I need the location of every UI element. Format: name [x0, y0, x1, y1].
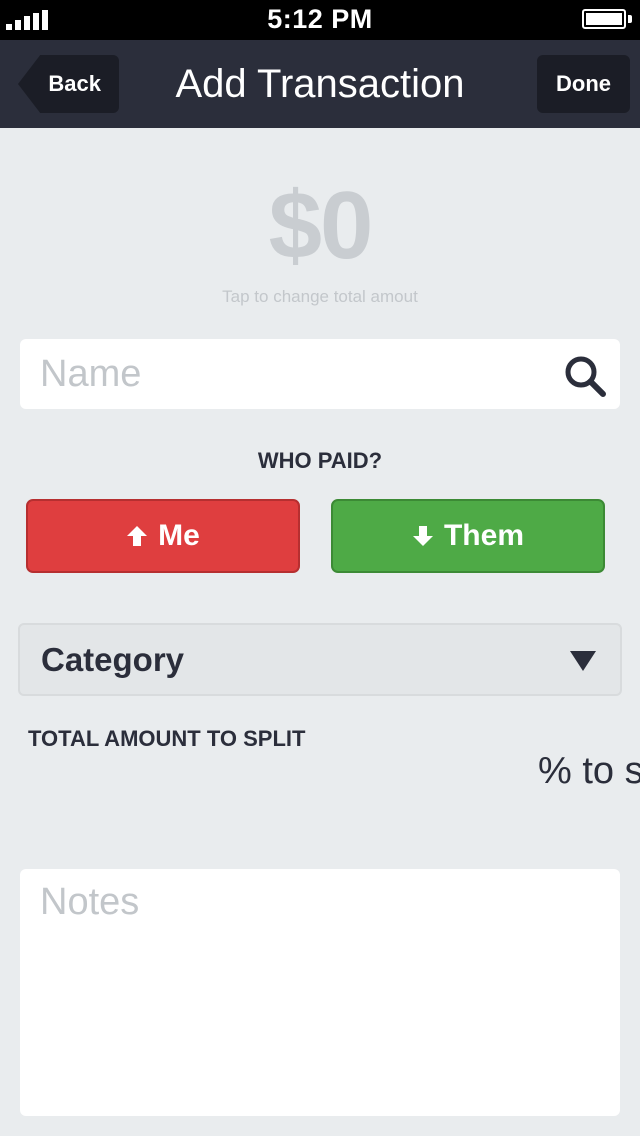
- total-amount[interactable]: $0: [0, 178, 640, 274]
- them-button-label: Them: [443, 519, 524, 552]
- search-icon[interactable]: [562, 353, 608, 399]
- who-paid-label: WHO PAID?: [257, 448, 383, 473]
- done-button-label: Done: [556, 71, 611, 96]
- navigation-bar: Back Add Transaction Done: [0, 40, 640, 128]
- arrow-up-icon: [127, 526, 148, 546]
- chevron-down-icon: [570, 651, 596, 671]
- split-amount-label: TOTAL AMOUNT TO SPLIT: [28, 726, 306, 751]
- me-button-label: Me: [158, 519, 200, 552]
- arrow-down-icon: [412, 526, 433, 546]
- notes-input[interactable]: [40, 881, 600, 1101]
- status-bar: 5:12 PM: [0, 0, 640, 40]
- notes-field: [20, 869, 620, 1116]
- me-paid-button[interactable]: Me: [26, 499, 300, 573]
- split-percent-text[interactable]: % to s: [538, 750, 640, 793]
- name-input[interactable]: [40, 339, 560, 409]
- category-select[interactable]: Category: [18, 623, 622, 696]
- battery-icon: [582, 9, 632, 29]
- done-button[interactable]: Done: [537, 55, 630, 113]
- status-time: 5:12 PM: [267, 4, 373, 34]
- amount-hint: Tap to change total amout: [222, 287, 418, 306]
- them-paid-button[interactable]: Them: [331, 499, 605, 573]
- name-field: [20, 339, 620, 409]
- category-label: Category: [41, 641, 185, 678]
